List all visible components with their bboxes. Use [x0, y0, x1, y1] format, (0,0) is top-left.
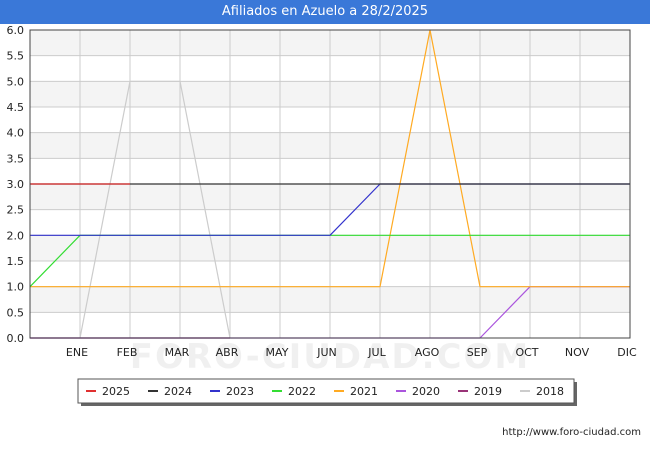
source-credit: http://www.foro-ciudad.com [502, 427, 641, 438]
y-tick-label: 4.0 [7, 127, 25, 140]
legend-label: 2018 [536, 385, 564, 398]
x-tick-label: ABR [216, 346, 239, 359]
x-tick-label: ENE [66, 346, 88, 359]
x-tick-label: MAY [266, 346, 289, 359]
y-tick-label: 2.0 [7, 229, 25, 242]
legend-label: 2023 [226, 385, 254, 398]
y-tick-label: 0.0 [7, 332, 25, 345]
x-tick-label: MAR [165, 346, 190, 359]
y-tick-label: 5.5 [7, 50, 25, 63]
y-tick-label: 0.5 [7, 306, 25, 319]
y-tick-label: 3.0 [7, 178, 25, 191]
legend-label: 2022 [288, 385, 316, 398]
y-tick-label: 2.5 [7, 204, 25, 217]
chart-area: FORO-CIUDAD.COM 0.00.51.01.52.02.53.03.5… [7, 24, 637, 406]
y-tick-label: 5.0 [7, 75, 25, 88]
legend-label: 2025 [102, 385, 130, 398]
y-tick-label: 1.0 [7, 281, 25, 294]
x-tick-label: JUL [367, 346, 386, 359]
y-tick-label: 3.5 [7, 152, 25, 165]
legend-label: 2024 [164, 385, 192, 398]
x-tick-label: OCT [515, 346, 538, 359]
x-tick-label: SEP [467, 346, 488, 359]
x-tick-label: NOV [565, 346, 590, 359]
y-tick-label: 1.5 [7, 255, 25, 268]
y-tick-label: 6.0 [7, 24, 25, 37]
legend-label: 2019 [474, 385, 502, 398]
legend: 2025 2024 2023 2022 2021 2020 2019 2018 [77, 378, 577, 406]
legend-label: 2021 [350, 385, 378, 398]
x-tick-label: DIC [617, 346, 637, 359]
y-axis-labels: 0.0 0.5 1.0 1.5 2.0 2.5 3.0 3.5 4.0 4.5 5.0 5.5 6.0 [7, 24, 25, 345]
y-tick-label: 4.5 [7, 101, 25, 114]
legend-label: 2020 [412, 385, 440, 398]
x-tick-label: JUN [316, 346, 337, 359]
x-tick-label: AGO [415, 346, 440, 359]
x-tick-label: FEB [117, 346, 138, 359]
